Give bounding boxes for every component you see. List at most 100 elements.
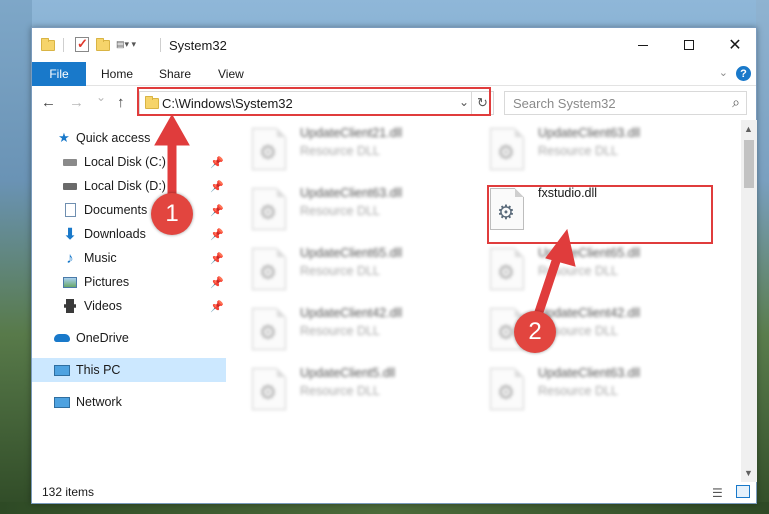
search-input[interactable]: Search System32 ⌕	[504, 91, 747, 115]
vertical-scrollbar[interactable]: ▲ ▼	[741, 120, 757, 482]
help-icon[interactable]: ?	[736, 66, 751, 81]
file-name: UpdateClient63.dll	[538, 126, 641, 140]
details-view-icon[interactable]: ☰	[712, 486, 723, 500]
tab-home[interactable]: Home	[101, 62, 133, 86]
item-count: 132 items	[42, 485, 95, 499]
dll-file-icon: ⚙	[252, 128, 286, 170]
maximize-button[interactable]	[666, 28, 712, 62]
pin-icon[interactable]: 📌	[210, 300, 224, 313]
close-icon: ✕	[728, 37, 742, 54]
tab-share[interactable]: Share	[159, 62, 191, 86]
file-type: Resource DLL	[300, 264, 380, 278]
fxstudio-highlight	[487, 185, 713, 244]
sidebar-item-label: This PC	[76, 363, 121, 377]
network-icon	[54, 394, 70, 410]
file-item[interactable]: ⚙ UpdateClient63.dll Resource DLL	[468, 364, 698, 418]
file-type: Resource DLL	[300, 204, 380, 218]
dll-file-icon: ⚙	[490, 128, 524, 170]
dll-file-icon: ⚙	[490, 368, 524, 410]
file-type: Resource DLL	[300, 384, 380, 398]
status-bar: 132 items ☰	[32, 482, 756, 504]
sidebar-item-music[interactable]: ♪ Music 📌	[32, 246, 226, 270]
tab-file[interactable]: File	[32, 62, 86, 86]
address-bar-highlight	[137, 87, 491, 116]
file-type: Resource DLL	[538, 144, 618, 158]
pin-icon[interactable]: 📌	[210, 180, 224, 193]
sidebar-item-label: Music	[84, 251, 117, 265]
customize-quick-access-icon[interactable]: ▤▾ ▾	[116, 39, 144, 51]
sidebar-item-label: Videos	[84, 299, 122, 313]
dll-file-icon: ⚙	[252, 248, 286, 290]
file-item[interactable]: ⚙ UpdateClient63.dll Resource DLL	[468, 124, 698, 178]
scroll-thumb[interactable]	[744, 140, 754, 188]
minimize-icon	[638, 44, 648, 46]
separator	[63, 38, 64, 52]
navigation-pane: ★ Quick access Local Disk (C:) 📌 Local D…	[32, 124, 226, 480]
sidebar-item-documents[interactable]: Documents 📌	[32, 198, 226, 222]
sidebar-item-network[interactable]: Network	[32, 390, 226, 414]
file-list: ⚙ UpdateClient21.dll Resource DLL ⚙ Upda…	[230, 124, 740, 480]
desktop-background-right	[756, 0, 769, 514]
sidebar-item-pictures[interactable]: Pictures 📌	[32, 270, 226, 294]
file-item[interactable]: ⚙ UpdateClient63.dll Resource DLL	[230, 184, 460, 238]
file-item[interactable]: ⚙ UpdateClient42.dll Resource DLL	[230, 304, 460, 358]
pin-icon[interactable]: 📌	[210, 204, 224, 217]
file-type: Resource DLL	[538, 384, 618, 398]
dll-file-icon: ⚙	[252, 188, 286, 230]
downloads-icon: ⬇	[63, 226, 77, 243]
chevron-down-icon[interactable]: ⌄	[719, 66, 728, 79]
forward-button[interactable]: →	[69, 94, 84, 111]
music-icon: ♪	[66, 249, 74, 267]
file-type: Resource DLL	[300, 144, 380, 158]
file-item[interactable]: ⚙ UpdateClient65.dll Resource DLL	[230, 244, 460, 298]
sidebar-item-downloads[interactable]: ⬇ Downloads 📌	[32, 222, 226, 246]
up-button[interactable]: ↑	[117, 94, 125, 111]
scroll-down-icon[interactable]: ▼	[744, 468, 753, 478]
sidebar-item-local-disk-c[interactable]: Local Disk (C:) 📌	[32, 150, 226, 174]
search-placeholder: Search System32	[513, 96, 616, 111]
pin-icon[interactable]: 📌	[210, 228, 224, 241]
file-item[interactable]: ⚙ UpdateClient65.dll Resource DLL	[468, 244, 698, 298]
file-type: Resource DLL	[538, 264, 618, 278]
file-item[interactable]: ⚙ UpdateClient21.dll Resource DLL	[230, 124, 460, 178]
minimize-button[interactable]	[620, 28, 666, 62]
file-name: UpdateClient63.dll	[538, 366, 641, 380]
folder-icon[interactable]	[40, 37, 56, 53]
pin-icon[interactable]: 📌	[210, 252, 224, 265]
file-name: UpdateClient63.dll	[300, 186, 403, 200]
window-title: System32	[169, 38, 227, 53]
scroll-up-icon[interactable]: ▲	[744, 124, 753, 134]
videos-icon	[62, 298, 78, 314]
search-icon[interactable]: ⌕	[732, 94, 740, 111]
tab-view[interactable]: View	[218, 62, 244, 86]
file-name: UpdateClient5.dll	[300, 366, 396, 380]
file-name: UpdateClient42.dll	[538, 306, 641, 320]
properties-icon[interactable]	[75, 36, 89, 52]
large-icons-view-icon[interactable]	[736, 485, 750, 498]
sidebar-item-label: Documents	[84, 203, 148, 217]
new-folder-icon[interactable]	[95, 37, 111, 53]
desktop-background-left	[0, 0, 32, 514]
file-name: UpdateClient65.dll	[538, 246, 641, 260]
sidebar-item-videos[interactable]: Videos 📌	[32, 294, 226, 318]
separator	[160, 38, 161, 52]
back-button[interactable]: ←	[41, 94, 56, 111]
drive-icon	[62, 154, 78, 170]
title-bar: ▤▾ ▾ System32 ✕	[32, 28, 756, 62]
pin-icon[interactable]: 📌	[210, 156, 224, 169]
sidebar-item-quick-access[interactable]: ★ Quick access	[32, 126, 226, 150]
pictures-icon	[62, 274, 78, 290]
onedrive-icon	[54, 330, 70, 346]
close-button[interactable]: ✕	[712, 28, 758, 62]
recent-locations-button[interactable]: ⌄	[96, 90, 106, 104]
file-item[interactable]: ⚙ UpdateClient5.dll Resource DLL	[230, 364, 460, 418]
documents-icon	[62, 202, 78, 218]
sidebar-item-label: Downloads	[84, 227, 146, 241]
file-item[interactable]: ⚙ UpdateClient42.dll Resource DLL	[468, 304, 698, 358]
sidebar-item-onedrive[interactable]: OneDrive	[32, 326, 226, 350]
sidebar-item-local-disk-d[interactable]: Local Disk (D:) 📌	[32, 174, 226, 198]
sidebar-item-this-pc[interactable]: This PC	[32, 358, 226, 382]
maximize-icon	[684, 40, 694, 50]
pin-icon[interactable]: 📌	[210, 276, 224, 289]
sidebar-item-label: Pictures	[84, 275, 130, 289]
